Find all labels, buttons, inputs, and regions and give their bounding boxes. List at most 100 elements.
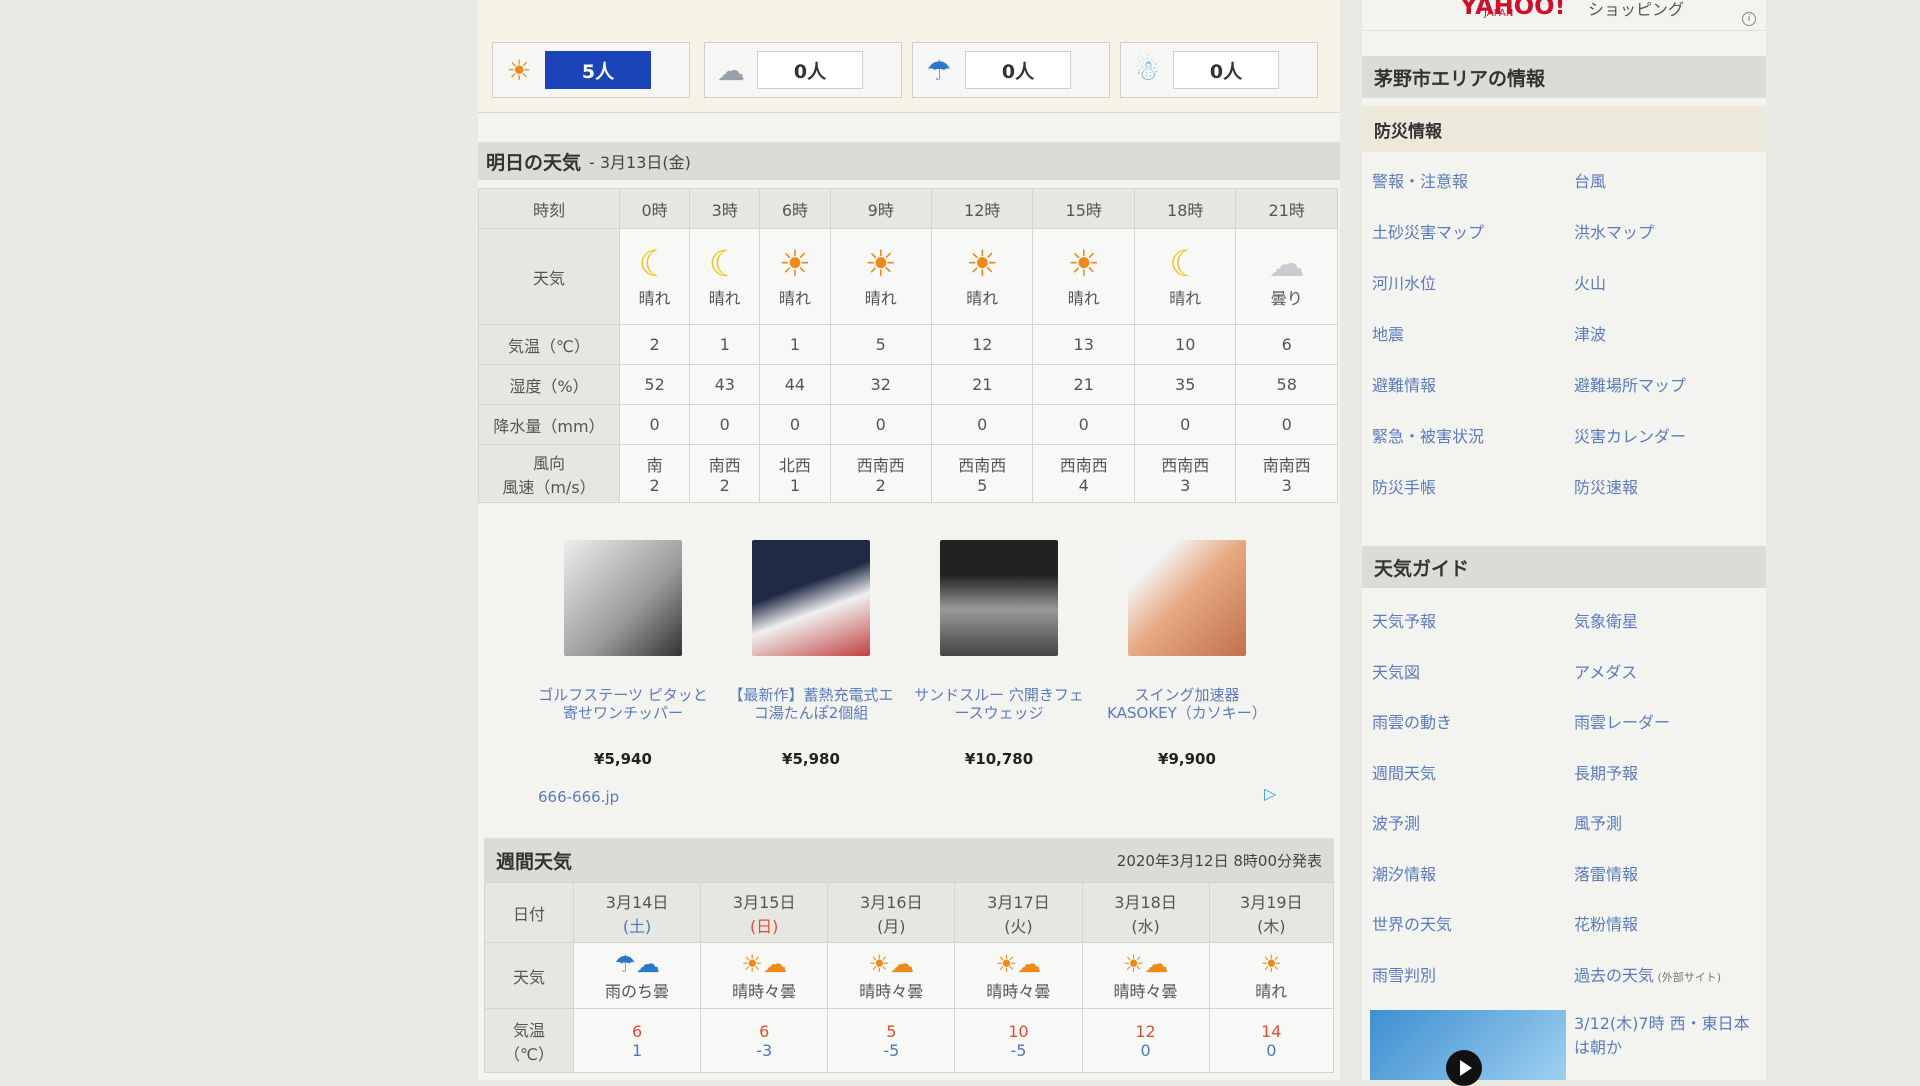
sidebar-link[interactable]: 緊急・被害状況	[1372, 423, 1484, 447]
external-site-note: (外部サイト)	[1654, 970, 1722, 984]
vote-count: 0人	[965, 51, 1071, 89]
weather-cell: ☾ 晴れ	[1133, 228, 1237, 325]
sidebar-link[interactable]: 台風	[1574, 168, 1606, 192]
vote-count: 0人	[757, 51, 863, 89]
day-of-week: (木)	[1257, 916, 1286, 936]
ad-name[interactable]: スイング加速器KASOKEY（カソキー）	[1102, 686, 1272, 726]
sidebar-link[interactable]: 避難情報	[1372, 372, 1436, 396]
sidebar-link[interactable]: 雨雪判別	[1372, 962, 1436, 986]
weekly-temp-cell: 14 0	[1208, 1008, 1335, 1073]
time-cell: 15時	[1032, 188, 1135, 229]
sidebar-link[interactable]: 避難場所マップ	[1574, 372, 1686, 396]
vote-snow[interactable]: ☃ 0人	[1120, 42, 1318, 98]
cloud-icon: ☁	[717, 53, 745, 87]
ad-info-icon[interactable]: i	[1742, 12, 1756, 26]
humidity-cell: 32	[829, 364, 933, 405]
wind-speed: 3	[1281, 476, 1292, 495]
sidebar-link[interactable]: 洪水マップ	[1574, 219, 1654, 243]
vote-rain[interactable]: ☂ 0人	[912, 42, 1110, 98]
wind-cell: 西南西 2	[829, 444, 933, 503]
sidebar-link[interactable]: 火山	[1574, 270, 1606, 294]
sidebar-link[interactable]: 潮汐情報	[1372, 861, 1436, 885]
row-label-precip: 降水量（mm）	[478, 404, 620, 445]
ad-name[interactable]: 【最新作】蓄熱充電式エコ湯たんぽ2個組	[726, 686, 896, 726]
ad-item[interactable]: スイング加速器KASOKEY（カソキー） ¥9,900	[1102, 540, 1272, 768]
ad-source-link[interactable]: 666-666.jp	[538, 788, 619, 806]
temp-cell: 6	[1235, 324, 1338, 365]
sidebar-link[interactable]: 津波	[1574, 321, 1606, 345]
row-label-temp: 気温（℃）	[478, 324, 620, 365]
wind-cell: 南2	[618, 444, 691, 503]
video-thumbnail[interactable]	[1370, 1010, 1566, 1086]
sidebar-link[interactable]: 災害カレンダー	[1574, 423, 1686, 447]
weather-cell: ☀ 晴れ	[759, 228, 831, 325]
precip-cell: 0	[689, 404, 761, 445]
sidebar-link[interactable]: 警報・注意報	[1372, 168, 1468, 192]
wind-dir: 西南西	[1059, 456, 1108, 475]
sidebar-link[interactable]: 風予測	[1574, 810, 1622, 834]
vote-sunny[interactable]: ☀ 5人	[492, 42, 690, 98]
wind-cell: 西南西 5	[930, 444, 1034, 503]
row-label-wind: 風向 風速（m/s）	[478, 444, 620, 503]
ad-item[interactable]: 【最新作】蓄熱充電式エコ湯たんぽ2個組 ¥5,980	[726, 540, 896, 768]
sponsor-banner[interactable]: YAHOO! JAPAN ショッピング i	[1362, 0, 1766, 31]
ad-choices-icon[interactable]: ▷	[1264, 784, 1276, 803]
date: 3月14日	[605, 892, 669, 912]
sidebar-link[interactable]: 長期予報	[1574, 760, 1638, 784]
weather-cell: ☀ 晴れ	[930, 228, 1034, 325]
sidebar-link[interactable]: 週間天気	[1372, 760, 1436, 784]
sidebar-link[interactable]: 世界の天気	[1372, 911, 1452, 935]
news-link[interactable]: 3/12(木)7時 西・東日本は朝か	[1574, 1012, 1764, 1060]
wind-speed: 2	[875, 476, 886, 495]
row-label-weather: 天気	[478, 228, 620, 325]
weather-text: 晴れ	[966, 288, 999, 308]
date-cell: 3月17日 (火)	[954, 882, 1083, 943]
ad-price: ¥5,940	[594, 750, 652, 768]
wind-speed: 3	[1180, 476, 1191, 495]
sidebar-link[interactable]: 防災速報	[1574, 474, 1638, 498]
sidebar-link[interactable]: 過去の天気 (外部サイト)	[1574, 962, 1721, 986]
vote-cloudy[interactable]: ☁ 0人	[704, 42, 902, 98]
umbrella-icon: ☂	[926, 53, 952, 87]
sidebar-link[interactable]: 天気予報	[1372, 608, 1436, 632]
temp-high: 14	[1261, 1021, 1282, 1041]
sun-cloud-icon: ☀	[966, 243, 999, 285]
weather-guide-title: 天気ガイド	[1374, 557, 1470, 580]
wind-speed-label: 風速（m/s）	[502, 477, 596, 497]
sidebar-link[interactable]: 気象衛星	[1574, 608, 1638, 632]
sidebar-link[interactable]: 土砂災害マップ	[1372, 219, 1484, 243]
row-label-humidity: 湿度（%）	[478, 364, 620, 405]
ad-item[interactable]: ゴルフステーツ ピタッと寄せワンチッパー ¥5,940	[538, 540, 708, 768]
ad-name[interactable]: サンドスルー 穴開きフェースウェッジ	[914, 686, 1084, 726]
temp-high: 10	[1008, 1021, 1029, 1041]
sidebar-link[interactable]: 落雷情報	[1574, 861, 1638, 885]
temp-low: -3	[756, 1040, 773, 1060]
sidebar-link[interactable]: アメダス	[1574, 659, 1637, 683]
date: 3月18日	[1114, 892, 1177, 912]
moon-cloud-icon: ☾	[1169, 243, 1202, 285]
sidebar-link[interactable]: 雨雲レーダー	[1574, 709, 1670, 733]
precip-cell: 0	[618, 404, 691, 445]
sidebar-link[interactable]: 花粉情報	[1574, 911, 1638, 935]
weekly-header: 週間天気 2020年3月12日 8時00分発表	[484, 838, 1334, 882]
rain-cloud-icon: ☂☁	[614, 949, 660, 978]
sidebar-link[interactable]: 雨雲の動き	[1372, 709, 1452, 733]
sidebar-link[interactable]: 地震	[1372, 321, 1404, 345]
ad-price: ¥5,980	[782, 750, 840, 768]
time-cell: 0時	[618, 188, 691, 229]
precip-cell: 0	[1133, 404, 1237, 445]
sidebar-link[interactable]: 波予測	[1372, 810, 1420, 834]
play-icon[interactable]	[1446, 1050, 1482, 1086]
ad-name[interactable]: ゴルフステーツ ピタッと寄せワンチッパー	[538, 686, 708, 726]
weekly-weather-cell: ☀ 晴れ	[1208, 942, 1335, 1009]
sidebar-link[interactable]: 天気図	[1372, 659, 1420, 683]
weekly-weather-cell: ☀☁ 晴時々曇	[827, 942, 956, 1009]
time-cell: 3時	[689, 188, 761, 229]
date-cell: 3月19日 (木)	[1208, 882, 1335, 943]
ad-item[interactable]: サンドスルー 穴開きフェースウェッジ ¥10,780	[914, 540, 1084, 768]
snowman-icon: ☃	[1134, 53, 1160, 87]
date-cell: 3月18日 (水)	[1081, 882, 1210, 943]
sidebar-link[interactable]: 防災手帳	[1372, 474, 1436, 498]
day-of-week: (水)	[1131, 916, 1160, 936]
sidebar-link[interactable]: 河川水位	[1372, 270, 1436, 294]
